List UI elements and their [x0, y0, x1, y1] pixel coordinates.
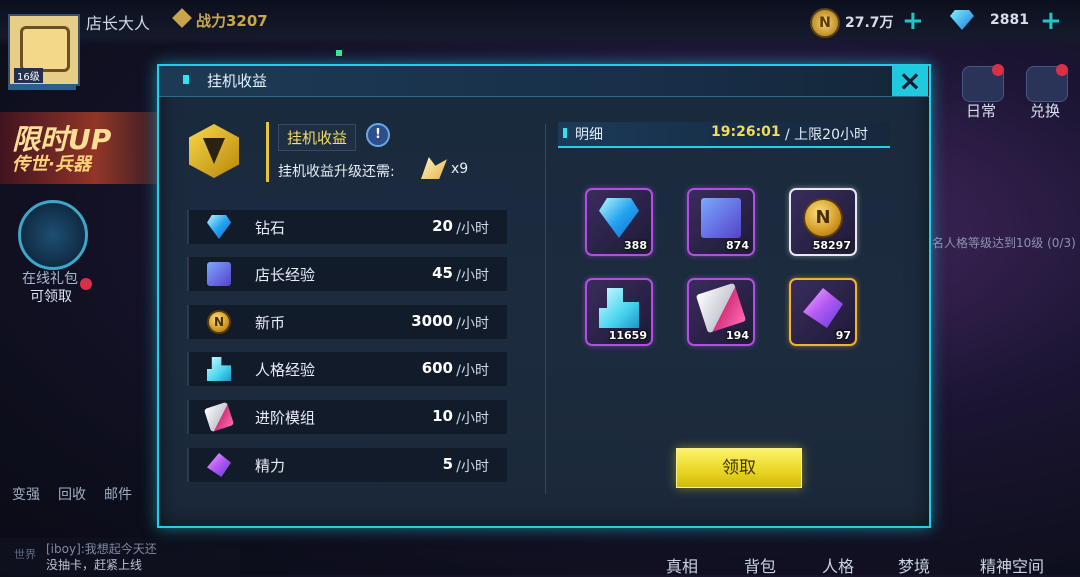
- dialog-header: [159, 66, 929, 97]
- indicator-dot: [336, 50, 342, 56]
- nav-persona[interactable]: 人格: [822, 553, 854, 577]
- banner-subtitle: 传世·兵器: [12, 154, 91, 175]
- energy-crystal-icon: [803, 288, 843, 328]
- rate-value: 3000: [411, 312, 453, 330]
- avatar-face-icon: [20, 26, 70, 72]
- income-title: 挂机收益: [278, 124, 357, 151]
- task-progress: 名人格等级达到10级 (0/3): [932, 236, 1076, 250]
- rate-value: 45: [432, 264, 453, 282]
- rate-unit: /小时: [456, 221, 489, 237]
- nav-dream[interactable]: 梦境: [898, 553, 930, 577]
- rate-unit: /小时: [456, 363, 489, 379]
- idle-limit: / 上限20小时: [785, 127, 868, 143]
- rate-unit: /小时: [456, 268, 489, 284]
- online-gift-icon[interactable]: [18, 200, 88, 270]
- title-accent: [266, 122, 269, 182]
- rate-unit: /小时: [456, 316, 489, 332]
- reward-count: 58297: [812, 239, 851, 252]
- rate-row-module: 进阶模组 10 /小时: [187, 400, 507, 434]
- coin-icon: N: [207, 310, 231, 334]
- add-coins-button[interactable]: +: [902, 8, 924, 34]
- cubes-icon: [599, 288, 639, 328]
- close-button[interactable]: ×: [892, 66, 928, 96]
- chat-channel: 世界: [14, 548, 36, 561]
- reward-slot-energy[interactable]: 97: [789, 278, 857, 346]
- module-card-icon: [695, 282, 747, 334]
- rate-value: 10: [432, 407, 453, 425]
- dialog-title: 挂机收益: [207, 72, 268, 90]
- diamond-icon: [599, 198, 639, 238]
- rate-row-diamond: 钻石 20 /小时: [187, 210, 507, 244]
- column-divider: [545, 124, 546, 494]
- add-gems-button[interactable]: +: [1040, 8, 1062, 34]
- daily-dot: [992, 64, 1004, 76]
- module-card-icon: [203, 401, 235, 433]
- gem-balance: 2881: [990, 12, 1029, 28]
- detail-mark: [563, 128, 567, 138]
- rate-row-persona-exp: 人格经验 600 /小时: [187, 352, 507, 386]
- coin-icon: N: [803, 198, 843, 238]
- claimable-label: 可领取: [30, 289, 72, 305]
- reward-slot-module[interactable]: 194: [687, 278, 755, 346]
- energy-crystal-icon: [207, 453, 231, 477]
- rate-name: 精力: [255, 457, 286, 475]
- reward-slot-persona-exp[interactable]: 11659: [585, 278, 653, 346]
- cubes-icon: [207, 357, 231, 381]
- reward-count: 97: [835, 329, 851, 342]
- rate-name: 人格经验: [255, 361, 316, 379]
- exp-book-icon: [701, 198, 741, 238]
- rate-row-manager-exp: 店长经验 45 /小时: [187, 257, 507, 291]
- info-icon[interactable]: !: [366, 123, 390, 147]
- notification-dot: [80, 278, 92, 290]
- upgrade-requirement-count: x9: [451, 161, 469, 177]
- exchange-dot: [1056, 64, 1068, 76]
- reward-slot-diamond[interactable]: 388: [585, 188, 653, 256]
- reward-count: 11659: [608, 329, 647, 342]
- rate-name: 店长经验: [255, 266, 316, 284]
- player-avatar[interactable]: 16级: [8, 14, 80, 86]
- mail-button[interactable]: 邮件: [104, 484, 132, 504]
- recycle-button[interactable]: 回收: [58, 484, 86, 504]
- rate-value: 600: [421, 359, 453, 377]
- rate-row-coin: N 新币 3000 /小时: [187, 305, 507, 339]
- reward-count: 388: [624, 239, 647, 252]
- daily-button[interactable]: 日常: [966, 100, 996, 121]
- upgrade-requirement-label: 挂机收益升级还需:: [278, 164, 395, 180]
- exp-book-icon: [207, 262, 231, 286]
- rate-name: 新币: [255, 314, 286, 332]
- rate-value: 5: [442, 455, 453, 473]
- coin-icon: N: [810, 8, 840, 38]
- nav-spirit-space[interactable]: 精神空间: [980, 553, 1044, 577]
- chat-message-2: 没抽卡，赶紧上线: [46, 558, 143, 572]
- reward-slot-manager-exp[interactable]: 874: [687, 188, 755, 256]
- nav-backpack[interactable]: 背包: [744, 553, 776, 577]
- player-level: 16级: [14, 68, 43, 83]
- reward-count: 194: [726, 329, 749, 342]
- claim-button[interactable]: 领取: [676, 448, 802, 488]
- detail-label: 明细: [575, 127, 603, 143]
- close-icon: ×: [898, 64, 922, 97]
- reward-slot-coin[interactable]: N 58297: [789, 188, 857, 256]
- rate-unit: /小时: [456, 459, 489, 475]
- nav-truth[interactable]: 真相: [666, 553, 698, 577]
- idle-timer: 19:26:01: [711, 124, 781, 140]
- xp-bar: [8, 84, 76, 90]
- reward-count: 874: [726, 239, 749, 252]
- rate-name: 钻石: [255, 219, 286, 237]
- player-name: 店长大人: [86, 14, 151, 33]
- power-value: 战力3207: [196, 12, 268, 30]
- online-gift-label: 在线礼包: [22, 271, 78, 287]
- rate-unit: /小时: [456, 411, 489, 427]
- diamond-icon: [207, 215, 231, 239]
- chat-message-1: [iboy]:我想起今天还: [46, 542, 157, 556]
- strengthen-button[interactable]: 变强: [12, 484, 40, 504]
- wing-material-icon: [421, 157, 447, 179]
- header-mark: [183, 75, 189, 84]
- rate-value: 20: [432, 217, 453, 235]
- rate-row-energy: 精力 5 /小时: [187, 448, 507, 482]
- rate-name: 进阶模组: [255, 409, 316, 427]
- idle-income-dialog: 挂机收益 × 挂机收益 ! 挂机收益升级还需: x9 钻石 20 /小时 店长经…: [157, 64, 931, 528]
- exchange-button[interactable]: 兑换: [1030, 100, 1060, 121]
- coin-balance: 27.7万: [845, 15, 894, 31]
